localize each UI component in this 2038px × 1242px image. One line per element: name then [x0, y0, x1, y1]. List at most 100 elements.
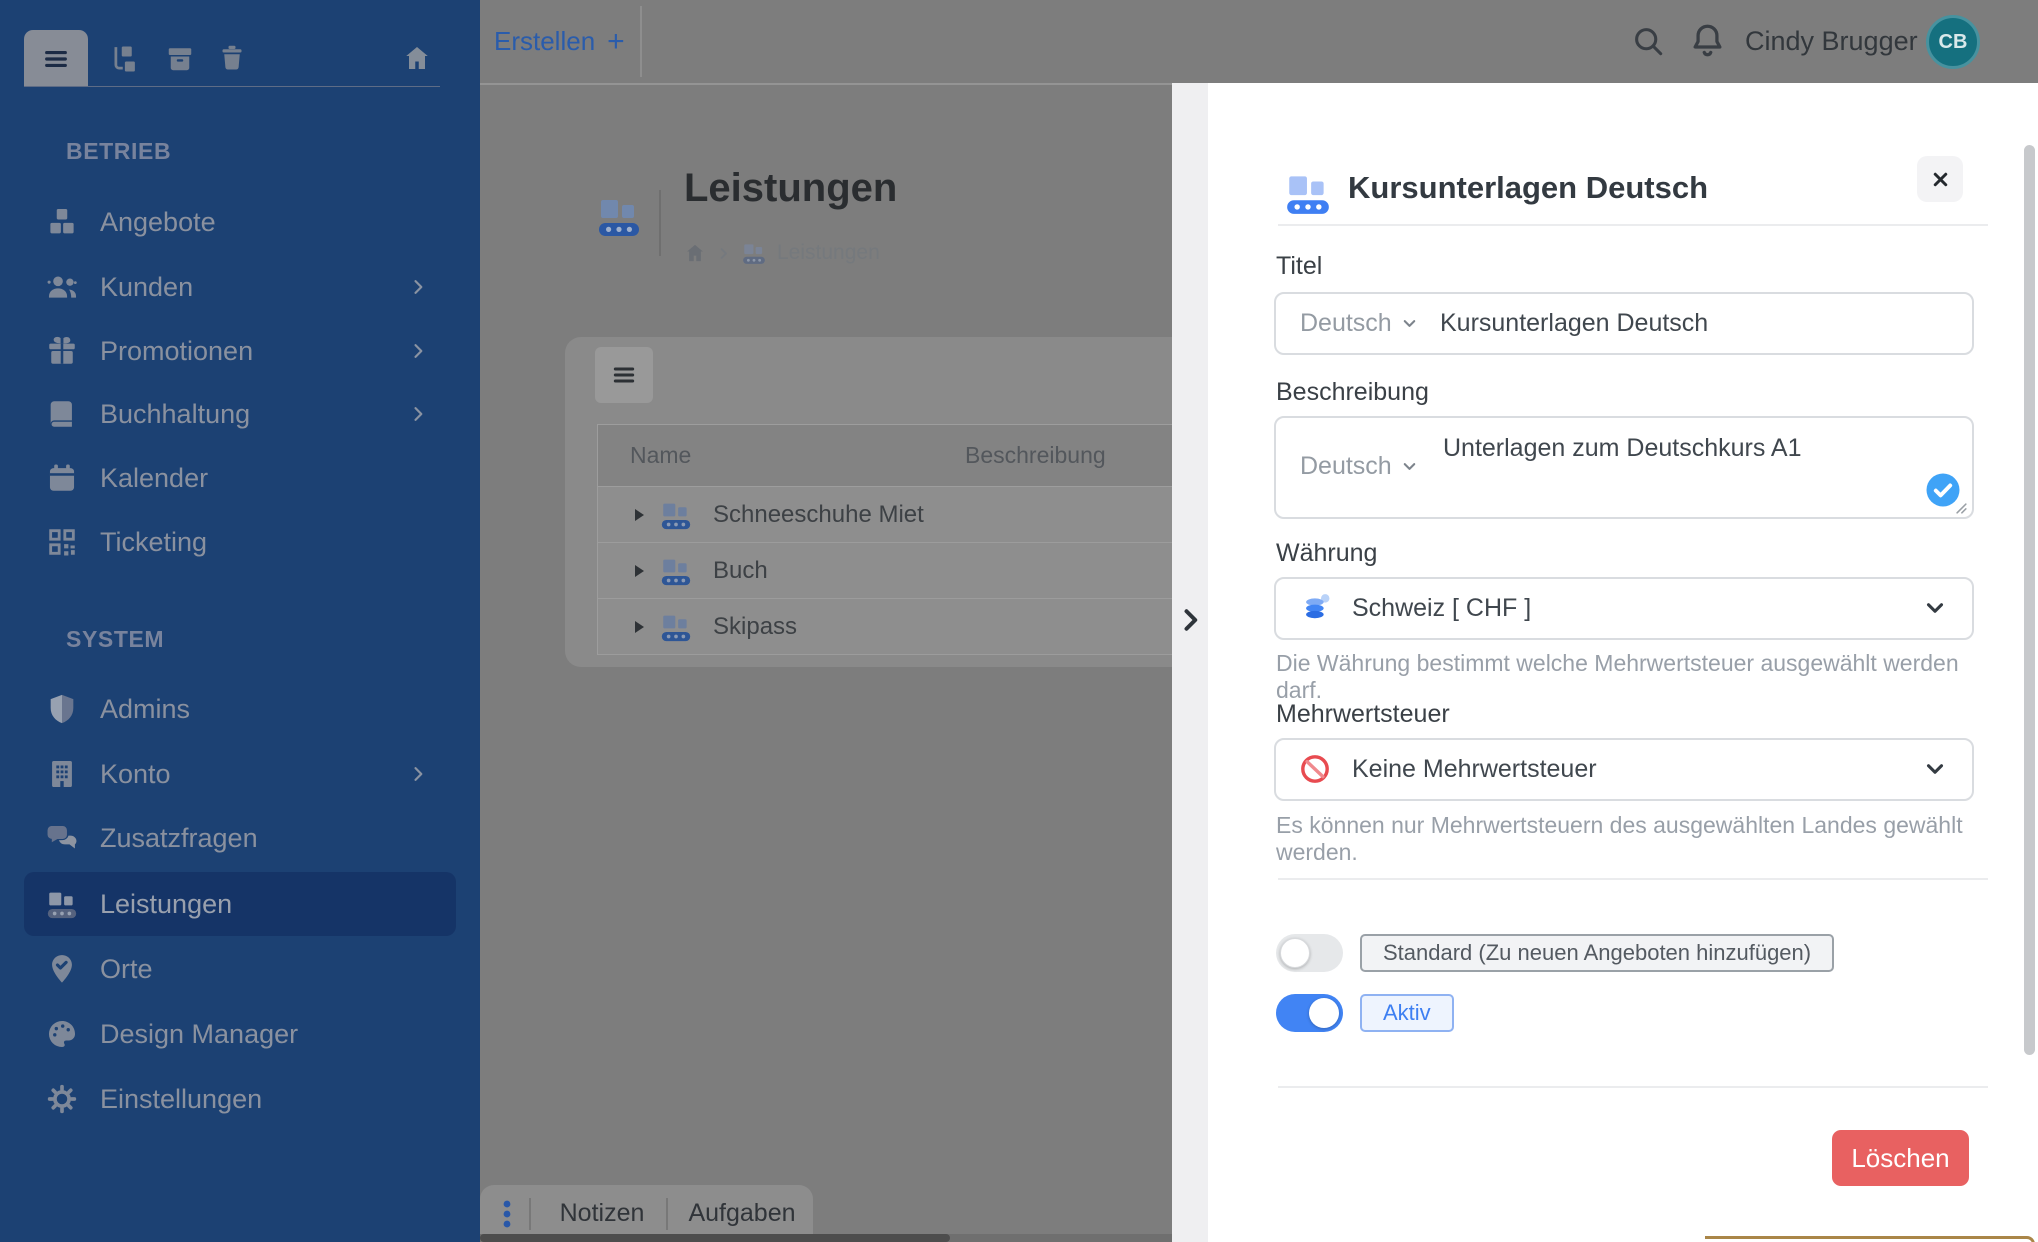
close-button[interactable] — [1917, 156, 1963, 202]
top-bar-divider — [480, 83, 1208, 85]
sidebar-item-promotionen[interactable]: Promotionen — [24, 319, 456, 383]
conveyor-icon — [1283, 168, 1333, 218]
avatar[interactable]: CB — [1926, 15, 1980, 69]
calendar-icon — [45, 461, 79, 495]
bell-icon[interactable] — [1688, 21, 1727, 60]
sidebar-section-system: SYSTEM — [66, 626, 165, 652]
sidebar-item-buchhaltung[interactable]: Buchhaltung — [24, 382, 456, 446]
mehrwertsteuer-help-text: Es können nur Mehrwertsteuern des ausgew… — [1276, 812, 1963, 865]
sidebar-item-konto[interactable]: Konto — [24, 742, 456, 806]
mehrwertsteuer-value: Keine Mehrwertsteuer — [1352, 755, 1597, 783]
vertical-scrollbar-thumb[interactable] — [2024, 145, 2035, 1055]
sidebar-section-betrieb: BETRIEB — [66, 138, 172, 164]
row-name: Buch — [713, 556, 768, 584]
chat-bubbles-icon — [45, 821, 79, 855]
sidebar-menu-button[interactable] — [24, 30, 88, 87]
sidebar-item-kunden[interactable]: Kunden — [24, 255, 456, 319]
titel-value[interactable]: Kursunterlagen Deutsch — [1440, 292, 1708, 355]
chevron-right-icon — [716, 246, 731, 261]
language-selector[interactable]: Deutsch — [1300, 446, 1419, 486]
standard-toggle[interactable] — [1276, 934, 1343, 972]
drawer-divider — [1278, 1086, 1988, 1088]
page-title: Leistungen — [684, 166, 898, 210]
tree-icon[interactable] — [108, 44, 138, 74]
home-icon[interactable] — [402, 43, 432, 73]
coins-icon — [1300, 591, 1334, 625]
gift-icon — [45, 334, 79, 368]
sidebar-item-kalender[interactable]: Kalender — [24, 446, 456, 510]
home-icon[interactable] — [684, 242, 706, 264]
users-icon — [45, 270, 79, 304]
conveyor-icon — [741, 240, 767, 266]
search-icon[interactable] — [1630, 23, 1667, 60]
dots-vertical-icon[interactable] — [502, 1200, 512, 1228]
sidebar-item-zusatzfragen[interactable]: Zusatzfragen — [24, 806, 456, 870]
trash-icon[interactable] — [217, 43, 247, 73]
horizontal-scrollbar-thumb[interactable] — [480, 1234, 950, 1242]
field-label-beschreibung: Beschreibung — [1276, 378, 1429, 406]
sidebar-item-angebote[interactable]: Angebote — [24, 190, 456, 254]
language-selector[interactable]: Deutsch — [1300, 292, 1419, 355]
table-menu-button[interactable] — [595, 347, 653, 403]
delete-button[interactable]: Löschen — [1832, 1130, 1969, 1186]
close-icon — [1930, 169, 1951, 190]
shield-icon — [45, 692, 79, 726]
sidebar-item-design-manager[interactable]: Design Manager — [24, 1002, 456, 1066]
conveyor-icon — [45, 887, 79, 921]
bottom-edge-decoration — [1705, 1236, 2035, 1242]
chevron-right-icon — [408, 341, 428, 361]
user-name[interactable]: Cindy Brugger — [1745, 0, 1918, 83]
sidebar-item-einstellungen[interactable]: Einstellungen — [24, 1067, 456, 1131]
sidebar-item-ticketing[interactable]: Ticketing — [24, 510, 456, 574]
palette-icon — [45, 1017, 79, 1051]
drawer-collapse-chevron-icon[interactable] — [1176, 604, 1204, 636]
drawer-divider — [1278, 224, 1988, 226]
chevron-right-icon — [408, 404, 428, 424]
plus-icon: + — [607, 24, 625, 58]
resize-grip-icon[interactable] — [1950, 497, 1969, 516]
sidebar-item-label: Kalender — [100, 462, 209, 493]
sidebar-item-label: Promotionen — [100, 335, 254, 366]
expand-triangle-icon[interactable] — [635, 509, 644, 521]
table-row[interactable]: Schneeschuhe Miet — [597, 487, 1245, 543]
waehrung-help-text: Die Währung bestimmt welche Mehrwertsteu… — [1276, 650, 1959, 703]
building-icon — [45, 757, 79, 791]
sidebar-item-orte[interactable]: Orte — [24, 937, 456, 1001]
field-label-titel: Titel — [1276, 252, 1323, 280]
table-row[interactable]: Buch — [597, 543, 1245, 599]
expand-triangle-icon[interactable] — [635, 565, 644, 577]
avatar-initials: CB — [1938, 30, 1968, 53]
sidebar-item-label: Konto — [100, 758, 171, 789]
aktiv-chip[interactable]: Aktiv — [1360, 994, 1454, 1032]
conveyor-icon — [659, 610, 693, 644]
toggle-knob — [1280, 938, 1310, 968]
aktiv-toggle[interactable] — [1276, 994, 1343, 1032]
sidebar-item-label: Einstellungen — [100, 1083, 263, 1114]
chevron-down-icon[interactable] — [1922, 756, 1948, 782]
expand-triangle-icon[interactable] — [635, 621, 644, 633]
column-header-beschreibung[interactable]: Beschreibung — [965, 425, 1106, 486]
table-row[interactable]: Skipass — [597, 599, 1245, 655]
sidebar-item-label: Leistungen — [100, 888, 233, 919]
breadcrumb-current[interactable]: Leistungen — [777, 241, 880, 265]
sidebar-item-label: Kunden — [100, 271, 194, 302]
chevron-right-icon — [408, 764, 428, 784]
conveyor-icon — [659, 554, 693, 588]
sidebar-item-admins[interactable]: Admins — [24, 677, 456, 741]
map-pin-icon — [45, 952, 79, 986]
sidebar-item-label: Angebote — [100, 206, 216, 237]
create-tab[interactable]: Erstellen + — [494, 0, 625, 83]
waehrung-value: Schweiz [ CHF ] — [1352, 594, 1532, 622]
beschreibung-value[interactable]: Unterlagen zum Deutschkurs A1 — [1443, 434, 1802, 463]
chevron-down-icon[interactable] — [1922, 595, 1948, 621]
chevron-down-icon — [1400, 314, 1419, 333]
book-icon — [45, 397, 79, 431]
column-header-name[interactable]: Name — [630, 425, 691, 486]
chevron-right-icon — [408, 277, 428, 297]
archive-icon[interactable] — [165, 44, 195, 74]
bottom-bar-divider — [666, 1198, 668, 1230]
standard-chip[interactable]: Standard (Zu neuen Angeboten hinzufügen) — [1360, 934, 1835, 972]
leistungen-page-icon — [595, 192, 643, 240]
sidebar-item-leistungen[interactable]: Leistungen — [24, 872, 456, 936]
sidebar-item-label: Ticketing — [100, 526, 208, 557]
